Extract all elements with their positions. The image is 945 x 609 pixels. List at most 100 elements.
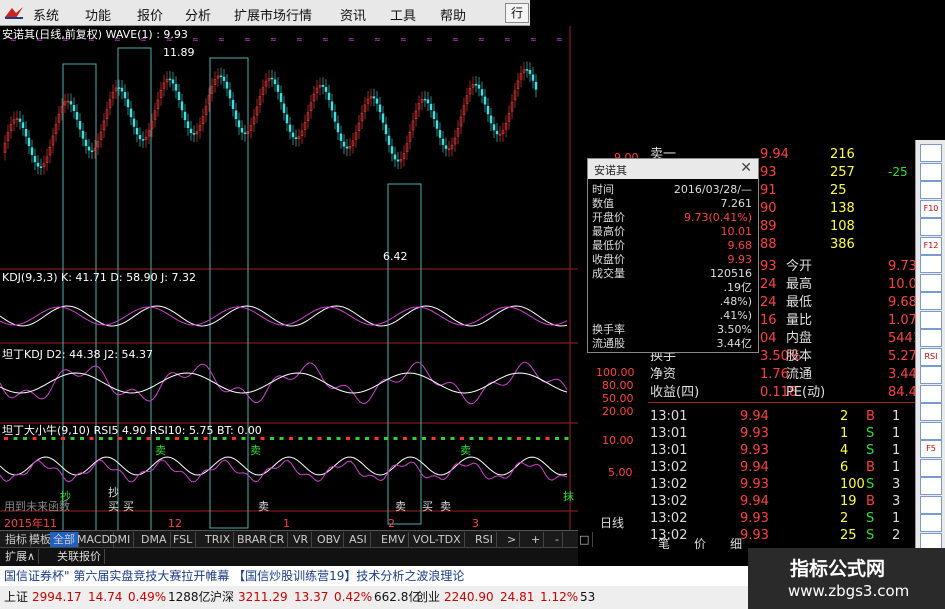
menu-system[interactable]: 系统 [33,5,59,24]
expand-button[interactable]: 扩展∧ [2,549,40,564]
indicator-tab[interactable]: CR [266,532,289,547]
annotation-buy: 买 [108,500,119,513]
top-marker: ≈ [374,35,381,44]
annotation-sell: 卖 [395,500,406,513]
top-marker: ≈ [270,35,277,44]
toolbar-button[interactable] [920,421,942,440]
tooltip-row-label: 收盘价 [592,253,625,266]
candle-body [87,146,91,151]
signal-dash [555,437,559,440]
signal-dash [479,437,483,440]
tick-volume: 2 [840,511,849,526]
indicator-tab[interactable]: DMI [106,532,135,547]
indicator-tab[interactable]: VOL-TDX [410,532,465,547]
signal-dash [450,437,455,440]
toolbar-button[interactable] [920,162,942,181]
signal-dash [441,437,445,440]
candle-body [36,162,40,167]
tooltip-row-value: 7.261 [720,197,753,210]
tick-side: S [866,426,875,441]
signal-dash [327,437,331,440]
signal-dash [545,437,550,440]
order-book-volume: 108 [830,219,855,234]
menu-quote[interactable]: 报价 [137,5,163,24]
indicator-tab[interactable]: VR [290,532,313,547]
menu-info[interactable]: 资讯 [340,5,366,24]
menu-extended-market[interactable]: 扩展市场行情 [234,5,312,24]
menu-analysis[interactable]: 分析 [185,5,211,24]
toolbar-button[interactable] [920,181,942,199]
toolbar-button[interactable] [920,329,942,347]
toolbar-button[interactable] [920,403,942,421]
kdj-label: KDJ(9,3,3) K: 41.71 D: 58.90 J: 7.32 [2,271,196,284]
indicator-tab[interactable]: > [504,532,521,547]
signal-dash [564,437,569,440]
toolbar-button[interactable]: F10 [920,199,942,218]
top-marker: ≈ [530,35,537,44]
stat-value: 9.73 [888,259,917,274]
toolbar-button[interactable] [920,384,942,403]
indicator-tab[interactable]: OBV [314,532,345,547]
tick-tab: 细 [730,537,743,551]
tooltip-row-label: 换手率 [592,323,625,336]
toolbar-button[interactable] [920,144,942,162]
candle-body [528,70,532,74]
stat-label: 今开 [786,259,813,274]
toolbar-button[interactable] [920,458,942,477]
menu-help[interactable]: 帮助 [440,5,466,24]
toolbar-button[interactable]: F12 [920,236,942,255]
tick-volume: 2 [840,409,849,424]
menu-extra-button[interactable]: 行 [505,3,529,23]
toolbar-button[interactable] [920,273,942,292]
menu-tools[interactable]: 工具 [390,5,416,24]
candle-body [339,133,343,141]
tick-count: 3 [892,477,901,492]
indicator-tab[interactable]: FSL [170,532,197,547]
stat-label: 股本 [786,349,813,364]
signal-dash [127,437,132,440]
watermark-url: www.zbgs3.com [788,582,910,600]
toolbar-button[interactable] [920,366,942,384]
status-field: 0.42% [334,590,373,604]
toolbar-button[interactable] [920,495,942,514]
close-icon[interactable]: ✕ [740,160,752,176]
stat-label: 最低 [786,295,813,310]
signal-dash [308,437,312,440]
stat-value: 84.4 [888,385,917,400]
top-marker: ≈ [452,35,459,44]
related-quote-tab[interactable]: 关联报价 [54,549,105,564]
indicator-tab[interactable]: RSI [472,532,497,547]
tick-price: 9.93 [740,426,769,441]
news-ticker[interactable]: 国信证券杯" 第六届实盘竞技大赛拉开帷幕 【国信炒股训练营19】技术分析之波浪理… [0,566,748,586]
indicator-tabs: 指标 模板 全部 MACD DMI DMA FSL TRIX BRAR CR VR OBV ASI EMV… [0,530,594,547]
candle-body [237,120,241,128]
indicator-tab[interactable]: DMA [138,532,171,547]
candle-body [18,118,22,122]
toolbar-button[interactable] [920,218,942,236]
toolbar-button[interactable] [920,310,942,329]
toolbar-button[interactable] [920,477,942,495]
signal-dash [526,437,531,440]
tooltip-row-value: .19亿 [723,281,753,294]
toolbar-button[interactable]: RSI [920,347,942,366]
candle-body [390,146,394,154]
toolbar-button[interactable]: F5 [920,440,942,458]
candle-body [33,156,37,163]
toolbar-button[interactable] [920,514,942,532]
indicator-tab[interactable]: TRIX [202,532,235,547]
highlight-box [62,63,97,535]
signal-dash [61,437,65,440]
indicator-tab[interactable]: EMV [378,532,409,547]
indicator-tab[interactable]: ASI [346,532,371,547]
menu-function[interactable]: 功能 [85,5,111,24]
status-field: 13.37 [294,590,329,604]
index-status-bar: 上证 2994.17 14.74 0.49% 1288亿 沪深 3211.29 13.37 0.… [0,586,748,609]
indicator-tab[interactable]: + [528,532,545,547]
toolbar-button[interactable] [920,255,942,273]
candle-body [186,121,190,129]
order-book-price: 89 [760,219,777,234]
toolbar-button[interactable] [920,292,942,310]
candle-body [24,129,28,137]
indicator-tab[interactable]: - [552,532,563,547]
candle-body [234,110,238,120]
